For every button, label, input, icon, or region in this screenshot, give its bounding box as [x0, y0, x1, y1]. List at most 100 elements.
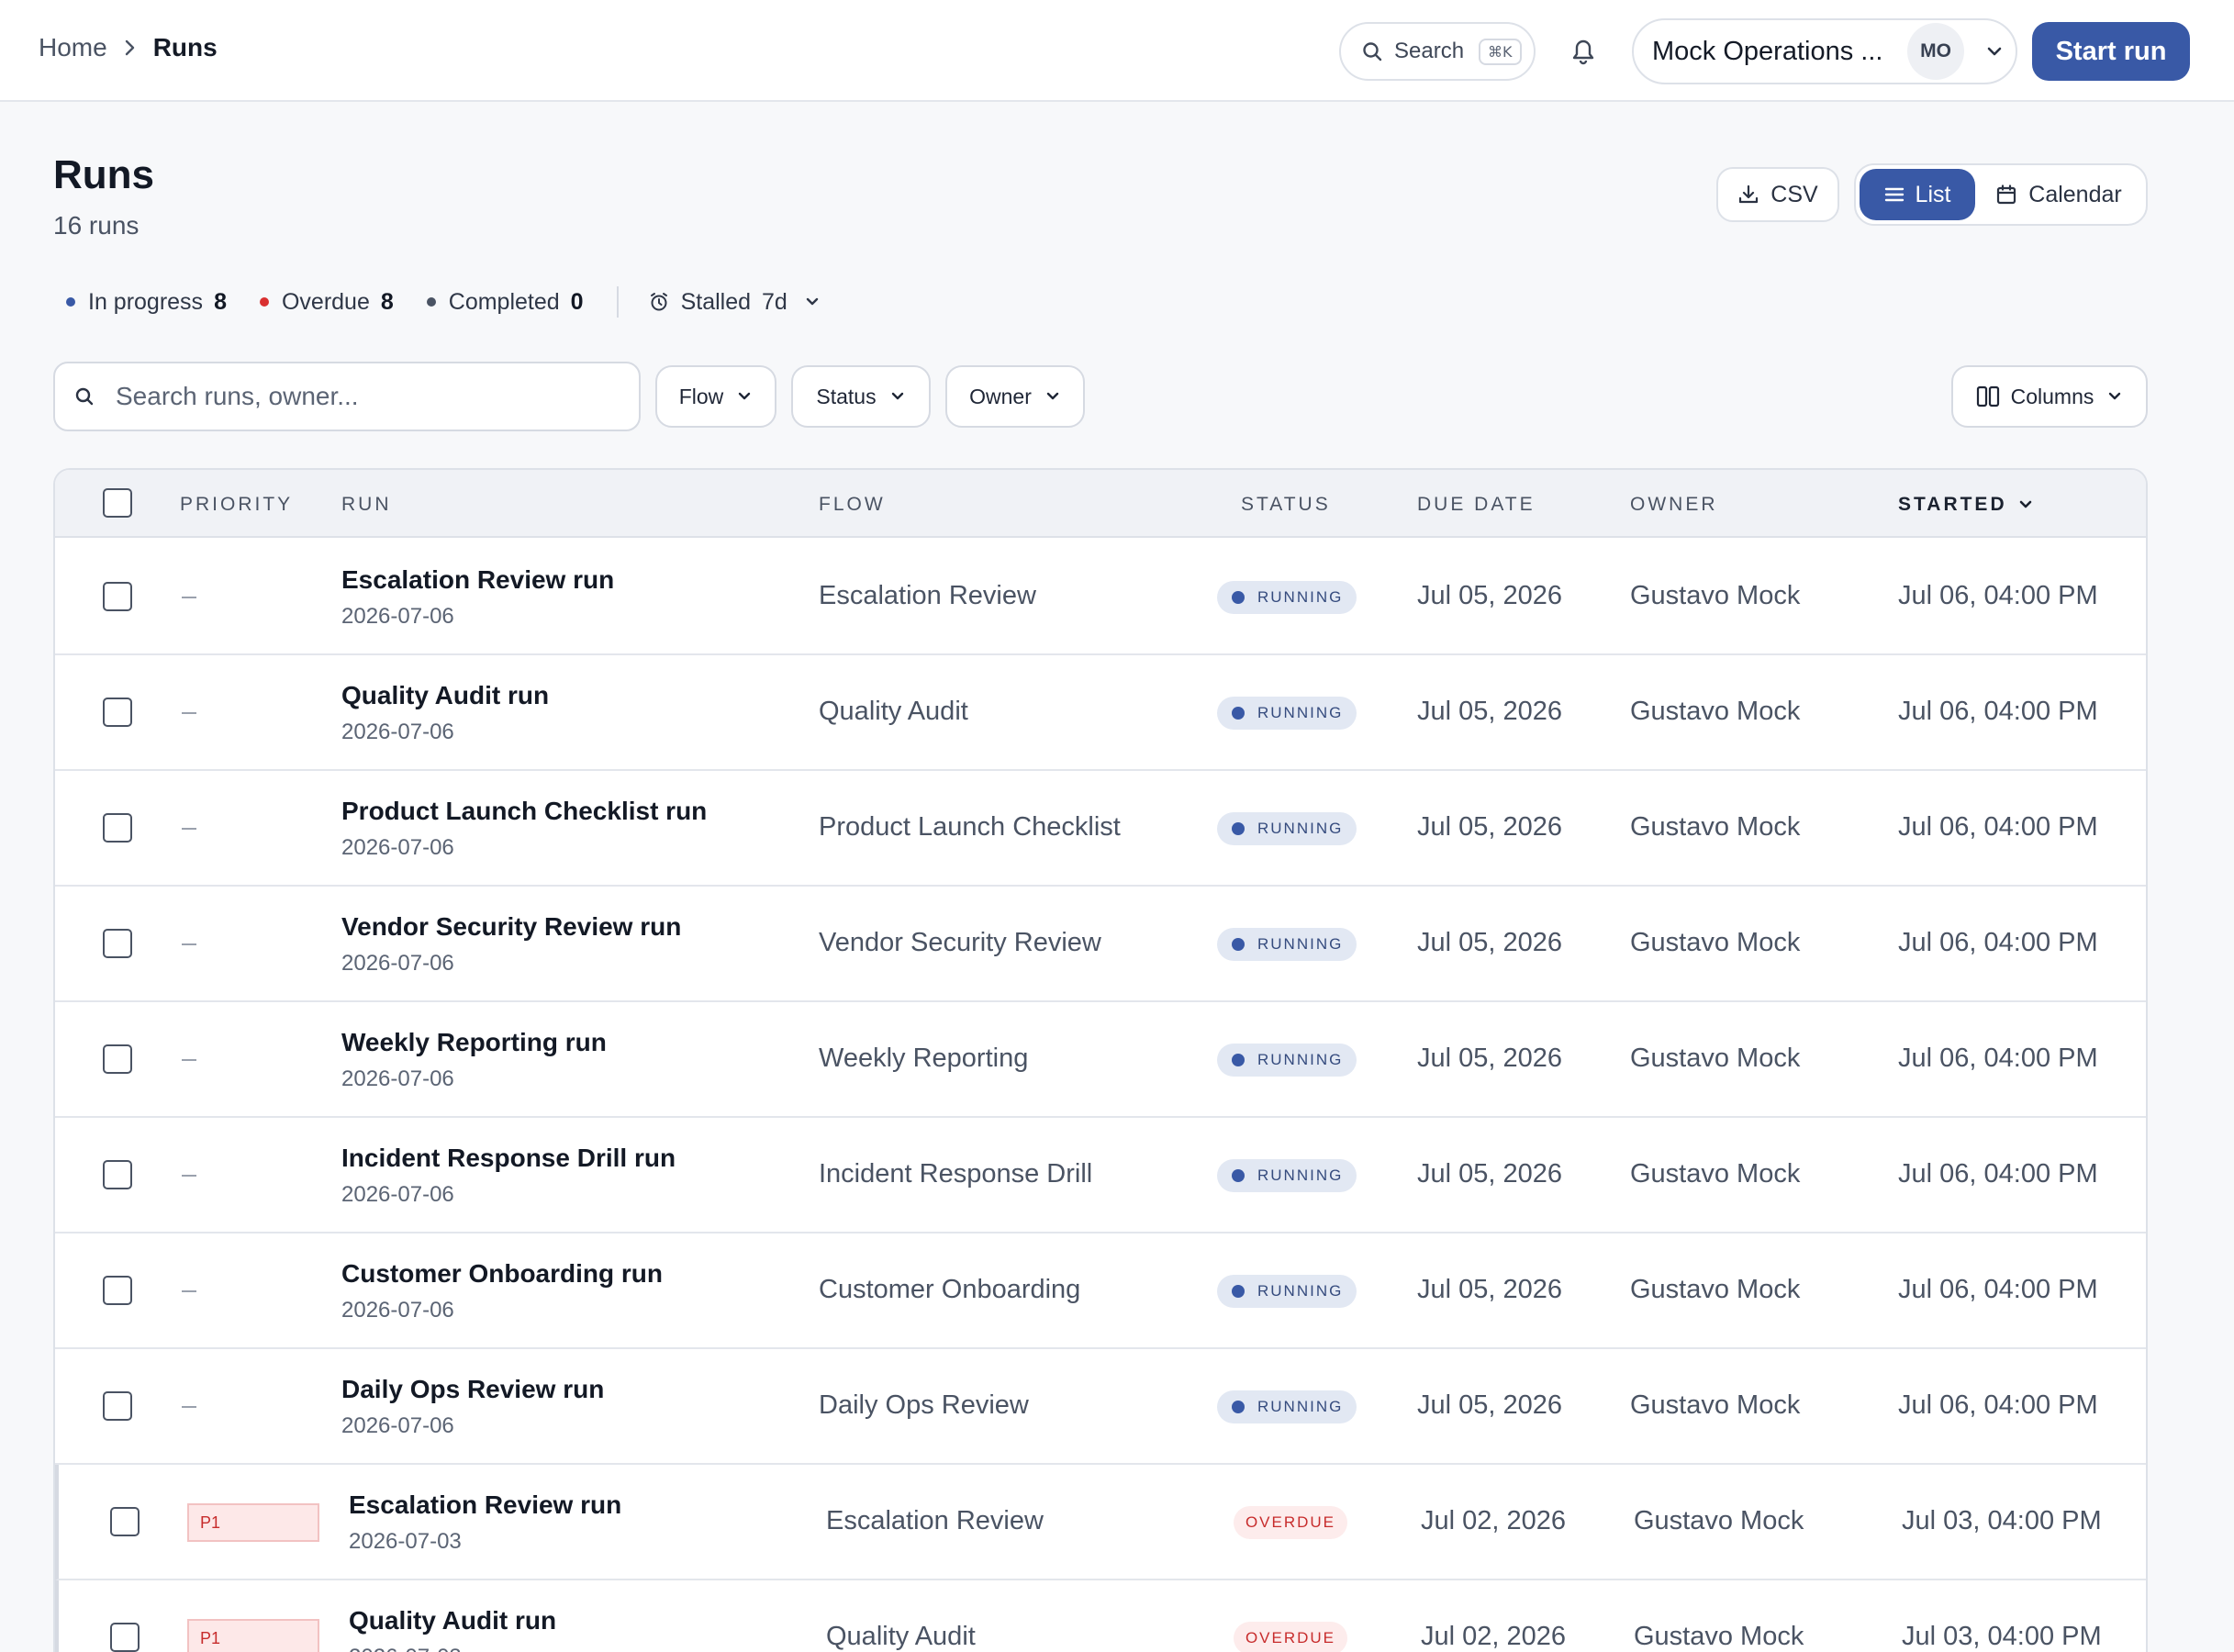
summary-label: In progress [88, 288, 204, 315]
status-badge: RUNNING [1217, 928, 1357, 961]
summary-overdue[interactable]: Overdue 8 [259, 288, 394, 316]
stalled-filter[interactable]: Stalled 7d [648, 289, 821, 316]
start-run-button[interactable]: Start run [2032, 22, 2190, 81]
priority-empty [182, 1406, 196, 1408]
csv-export-button[interactable]: CSV [1716, 167, 1839, 222]
csv-label: CSV [1770, 181, 1818, 207]
calendar-view-label: Calendar [2028, 181, 2122, 207]
status-badge: RUNNING [1217, 1044, 1357, 1077]
org-switcher[interactable]: Mock Operations ... MO [1632, 18, 2017, 84]
summary-label: Overdue [281, 288, 370, 315]
columns-button[interactable]: Columns [1951, 365, 2148, 428]
chevron-down-icon [889, 391, 906, 402]
status-filter-label: Status [816, 384, 877, 408]
table-row[interactable]: Product Launch Checklist run 2026-07-06 Pr… [55, 771, 2146, 887]
status-text: RUNNING [1257, 588, 1344, 606]
row-checkbox[interactable] [103, 1044, 132, 1074]
priority-badge: P1 [187, 1619, 319, 1652]
search-icon [1361, 40, 1383, 62]
started-time: Jul 06, 04:00 PM [1898, 1390, 2098, 1420]
flow-name: Vendor Security Review [819, 928, 1101, 957]
due-date: Jul 05, 2026 [1417, 581, 1563, 610]
due-date: Jul 02, 2026 [1421, 1622, 1567, 1651]
table-header: PRIORITY RUN FLOW STATUS DUE DATE OWNER … [55, 470, 2146, 538]
calendar-view-button[interactable]: Calendar [1975, 169, 2142, 220]
flow-name: Quality Audit [819, 697, 968, 726]
top-bar: Home Runs Search ⌘K Mock Operations ... … [0, 0, 2234, 102]
table-row[interactable]: Customer Onboarding run 2026-07-06 Custome… [55, 1233, 2146, 1349]
owner-filter[interactable]: Owner [945, 365, 1085, 428]
table-row[interactable]: Vendor Security Review run 2026-07-06 Vend… [55, 887, 2146, 1002]
due-date: Jul 02, 2026 [1421, 1506, 1567, 1535]
row-checkbox[interactable] [103, 813, 132, 843]
global-search-button[interactable]: Search ⌘K [1339, 22, 1536, 81]
flow-name: Escalation Review [819, 581, 1036, 610]
status-badge: RUNNING [1217, 1159, 1357, 1192]
status-text: RUNNING [1257, 1398, 1344, 1415]
status-text: RUNNING [1257, 704, 1344, 721]
row-checkbox[interactable] [103, 1276, 132, 1305]
list-view-button[interactable]: List [1860, 169, 1975, 220]
bell-icon[interactable] [1569, 35, 1597, 66]
summary-completed[interactable]: Completed 0 [426, 289, 584, 316]
status-badge: RUNNING [1217, 581, 1357, 614]
started-time: Jul 03, 04:00 PM [1902, 1506, 2102, 1535]
table-row[interactable]: Escalation Review run 2026-07-06 Escalatio… [55, 540, 2146, 655]
table-row[interactable]: Quality Audit run 2026-07-06 Quality Audit… [55, 655, 2146, 771]
started-time: Jul 06, 04:00 PM [1898, 812, 2098, 842]
run-name[interactable]: Customer Onboarding run [341, 1259, 663, 1289]
row-checkbox[interactable] [103, 1160, 132, 1189]
header-started[interactable]: STARTED [1898, 494, 2033, 516]
row-checkbox[interactable] [103, 698, 132, 727]
row-checkbox[interactable] [110, 1507, 140, 1536]
status-dot [66, 297, 75, 307]
search-icon [73, 385, 95, 407]
status-badge: OVERDUE [1234, 1622, 1347, 1652]
run-name[interactable]: Vendor Security Review run [341, 912, 681, 942]
status-dot [1232, 591, 1245, 604]
due-date: Jul 05, 2026 [1417, 1275, 1563, 1304]
header-run[interactable]: RUN [341, 494, 392, 516]
run-name[interactable]: Weekly Reporting run [341, 1028, 607, 1057]
chevron-down-icon [2106, 391, 2123, 402]
run-name[interactable]: Quality Audit run [349, 1606, 556, 1635]
summary-in-progress[interactable]: In progress 8 [66, 289, 227, 316]
owner-name: Gustavo Mock [1630, 581, 1801, 610]
run-name[interactable]: Escalation Review run [349, 1490, 621, 1520]
row-checkbox[interactable] [103, 929, 132, 958]
status-filter[interactable]: Status [791, 365, 931, 428]
row-checkbox[interactable] [103, 582, 132, 611]
header-priority[interactable]: PRIORITY [180, 494, 293, 516]
table-row[interactable]: P1 Escalation Review run 2026-07-03 Escalat… [55, 1465, 2146, 1580]
header-owner[interactable]: OWNER [1630, 494, 1718, 516]
table-row[interactable]: Daily Ops Review run 2026-07-06 Daily Ops … [55, 1349, 2146, 1465]
chevron-down-icon [736, 391, 753, 402]
summary-count: 8 [380, 288, 394, 315]
divider [616, 286, 619, 318]
table-row[interactable]: P1 Quality Audit run 2026-07-03 Quality Aud… [55, 1580, 2146, 1652]
run-name[interactable]: Daily Ops Review run [341, 1375, 604, 1404]
run-name[interactable]: Quality Audit run [341, 681, 549, 710]
header-status[interactable]: STATUS [1241, 494, 1331, 516]
row-checkbox[interactable] [103, 1391, 132, 1421]
row-checkbox[interactable] [110, 1623, 140, 1652]
run-date: 2026-07-06 [341, 835, 454, 860]
run-search-input[interactable] [116, 382, 611, 411]
calendar-icon [1995, 184, 2017, 206]
started-time: Jul 06, 04:00 PM [1898, 928, 2098, 957]
run-name[interactable]: Incident Response Drill run [341, 1144, 676, 1173]
header-flow[interactable]: FLOW [819, 494, 886, 516]
table-row[interactable]: Weekly Reporting run 2026-07-06 Weekly Rep… [55, 1002, 2146, 1118]
flow-name: Incident Response Drill [819, 1159, 1093, 1189]
run-name[interactable]: Product Launch Checklist run [341, 797, 707, 826]
list-icon [1884, 186, 1904, 203]
status-dot [426, 297, 436, 307]
select-all-checkbox[interactable] [103, 488, 132, 518]
header-due-date[interactable]: DUE DATE [1417, 494, 1536, 516]
flow-filter[interactable]: Flow [655, 365, 776, 428]
flow-name: Product Launch Checklist [819, 812, 1121, 842]
run-name[interactable]: Escalation Review run [341, 565, 614, 595]
breadcrumb-home[interactable]: Home [39, 33, 107, 62]
status-text: RUNNING [1257, 1051, 1344, 1068]
table-row[interactable]: Incident Response Drill run 2026-07-06 Inc… [55, 1118, 2146, 1233]
